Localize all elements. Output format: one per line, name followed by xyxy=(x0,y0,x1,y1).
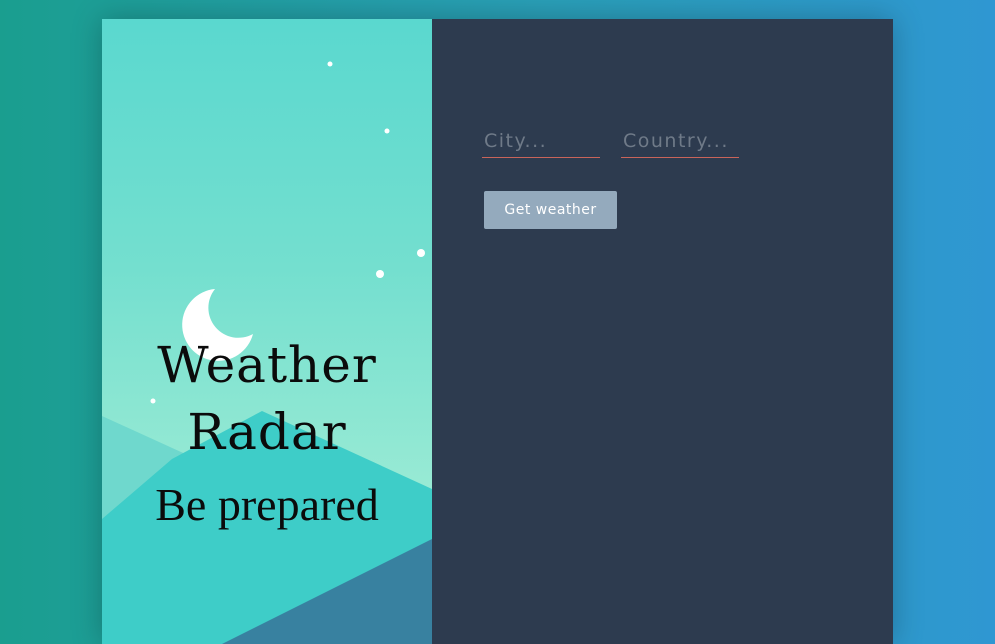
city-input[interactable] xyxy=(482,124,600,158)
country-input[interactable] xyxy=(621,124,739,158)
app-tagline: Be prepared xyxy=(155,479,379,530)
weather-app-card: Weather Radar Be prepared Get weather xyxy=(102,19,893,644)
app-title-line2: Radar xyxy=(187,403,347,461)
app-title-line1: Weather xyxy=(157,336,377,394)
star-icon xyxy=(384,128,390,134)
illustration-panel: Weather Radar Be prepared xyxy=(102,19,432,644)
star-icon xyxy=(327,61,333,67)
get-weather-button[interactable]: Get weather xyxy=(484,191,617,229)
search-panel: Get weather xyxy=(432,19,893,644)
night-landscape-illustration xyxy=(102,61,432,644)
star-icon xyxy=(376,270,384,278)
star-icon xyxy=(417,249,425,257)
